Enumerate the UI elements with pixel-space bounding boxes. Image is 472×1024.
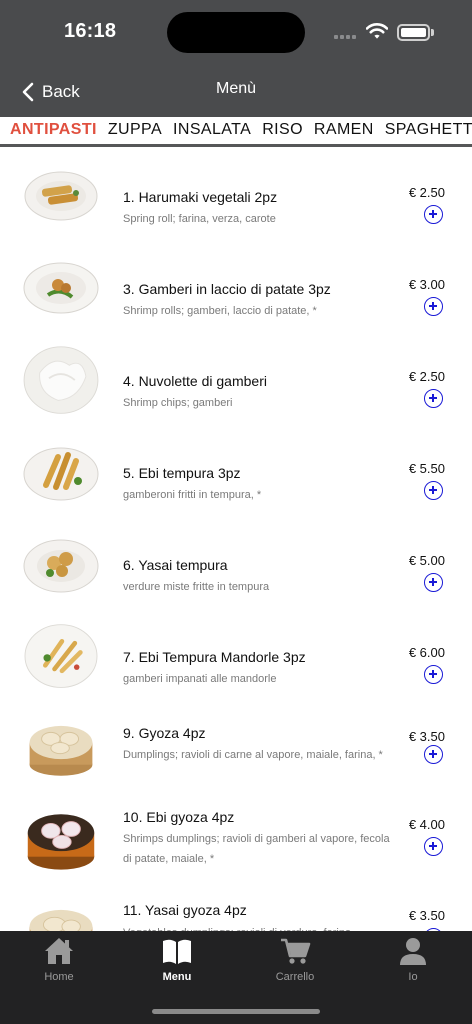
item-name: 6. Yasai tempura <box>123 557 228 573</box>
category-tab-spaghetti[interactable]: SPAGHETTI <box>385 121 472 139</box>
item-price: € 2.50 <box>408 369 445 384</box>
menu-item[interactable]: 4. Nuvolette di gamberi Shrimp chips; ga… <box>0 345 472 437</box>
dish-photo <box>29 725 93 776</box>
menu-item[interactable]: 7. Ebi Tempura Mandorle 3pz gamberi impa… <box>0 621 472 713</box>
book-icon <box>163 939 191 964</box>
item-price: € 3.00 <box>408 277 445 292</box>
item-price: € 3.50 <box>408 729 445 744</box>
item-name: 1. Harumaki vegetali 2pz <box>123 189 278 205</box>
item-description: Shrimp rolls; gamberi, laccio di patate,… <box>123 305 317 317</box>
menu-item[interactable]: 11. Yasai gyoza 4pz Vegetables dumplings… <box>0 893 472 931</box>
item-price: € 5.00 <box>408 553 445 568</box>
item-name: 11. Yasai gyoza 4pz <box>123 902 247 918</box>
category-tab-riso[interactable]: RISO <box>262 121 303 139</box>
wifi-icon <box>366 23 388 39</box>
add-to-cart-button[interactable] <box>424 665 443 684</box>
item-price: € 3.50 <box>408 908 445 923</box>
cellular-signal-icon <box>334 35 356 39</box>
menu-item[interactable]: 6. Yasai tempura verdure miste fritte in… <box>0 529 472 621</box>
dish-photo <box>23 447 99 501</box>
add-to-cart-button[interactable] <box>424 573 443 592</box>
add-to-cart-button[interactable] <box>424 389 443 408</box>
item-name: 10. Ebi gyoza 4pz <box>123 809 235 825</box>
item-description: Spring roll; farina, verza, carote <box>123 213 276 225</box>
add-to-cart-button[interactable] <box>424 837 443 856</box>
category-tab-insalata[interactable]: INSALATA <box>173 121 251 139</box>
tab-home[interactable]: Home <box>0 931 118 991</box>
home-icon <box>45 938 73 964</box>
tab-cart[interactable]: Carrello <box>236 931 354 991</box>
category-bar: ANTIPASTI ZUPPA INSALATA RISO RAMEN SPAG… <box>0 117 472 145</box>
item-description: gamberoni fritti in tempura, * <box>123 489 262 501</box>
category-tab-antipasti[interactable]: ANTIPASTI <box>10 121 97 139</box>
add-to-cart-button[interactable] <box>424 297 443 316</box>
item-name: 5. Ebi tempura 3pz <box>123 465 241 481</box>
item-description: gamberi impanati alle mandorle <box>123 673 277 685</box>
tab-label: Menu <box>162 971 192 983</box>
item-price: € 6.00 <box>408 645 445 660</box>
menu-item[interactable]: 10. Ebi gyoza 4pz Shrimps dumplings; rav… <box>0 805 472 897</box>
item-description: Shrimp chips; gamberi <box>123 397 233 409</box>
cart-icon <box>281 938 311 964</box>
header: 16:18 Back Menù <box>0 0 472 117</box>
item-price: € 4.00 <box>408 817 445 832</box>
dynamic-island <box>167 12 305 53</box>
tab-profile[interactable]: Io <box>354 931 472 991</box>
item-description: verdure miste fritte in tempura <box>123 581 270 593</box>
add-to-cart-button[interactable] <box>424 481 443 500</box>
page-title: Menù <box>215 80 257 97</box>
item-price: € 5.50 <box>408 461 445 476</box>
menu-item[interactable]: 9. Gyoza 4pz Dumplings; ravioli di carne… <box>0 713 472 805</box>
dish-photo <box>29 909 93 931</box>
item-name: 3. Gamberi in laccio di patate 3pz <box>123 281 331 297</box>
item-name: 7. Ebi Tempura Mandorle 3pz <box>123 649 306 665</box>
dish-photo <box>23 346 99 414</box>
menu-item[interactable]: 3. Gamberi in laccio di patate 3pz Shrim… <box>0 253 472 345</box>
item-description: Shrimps dumplings; ravioli di gamberi al… <box>123 833 390 865</box>
menu-item[interactable]: 5. Ebi tempura 3pz gamberoni fritti in t… <box>0 437 472 529</box>
item-price: € 2.50 <box>408 185 445 200</box>
dish-photo <box>27 814 95 870</box>
menu-item[interactable]: 1. Harumaki vegetali 2pz Spring roll; fa… <box>0 161 472 253</box>
tab-label: Io <box>408 971 418 983</box>
dish-photo <box>23 539 99 593</box>
tab-menu[interactable]: Menu <box>118 931 236 991</box>
add-to-cart-button[interactable] <box>424 205 443 224</box>
category-tab-ramen[interactable]: RAMEN <box>314 121 374 139</box>
dish-photo <box>23 262 99 314</box>
menu-list: 1. Harumaki vegetali 2pz Spring roll; fa… <box>0 147 472 931</box>
tab-label: Home <box>44 971 74 983</box>
category-tab-zuppa[interactable]: ZUPPA <box>108 121 162 139</box>
status-time: 16:18 <box>64 20 117 42</box>
home-indicator <box>152 1009 320 1014</box>
item-description: Vegetables dumplings; ravioli di verdura… <box>123 923 398 931</box>
dish-photo <box>24 624 98 688</box>
person-icon <box>400 938 426 965</box>
item-name: 4. Nuvolette di gamberi <box>123 373 267 389</box>
item-name: 9. Gyoza 4pz <box>123 725 206 741</box>
add-to-cart-button[interactable] <box>424 745 443 764</box>
item-description: Dumplings; ravioli di carne al vapore, m… <box>123 749 383 761</box>
battery-icon <box>397 24 430 41</box>
dish-photo <box>24 171 98 221</box>
tab-label: Carrello <box>275 971 315 983</box>
